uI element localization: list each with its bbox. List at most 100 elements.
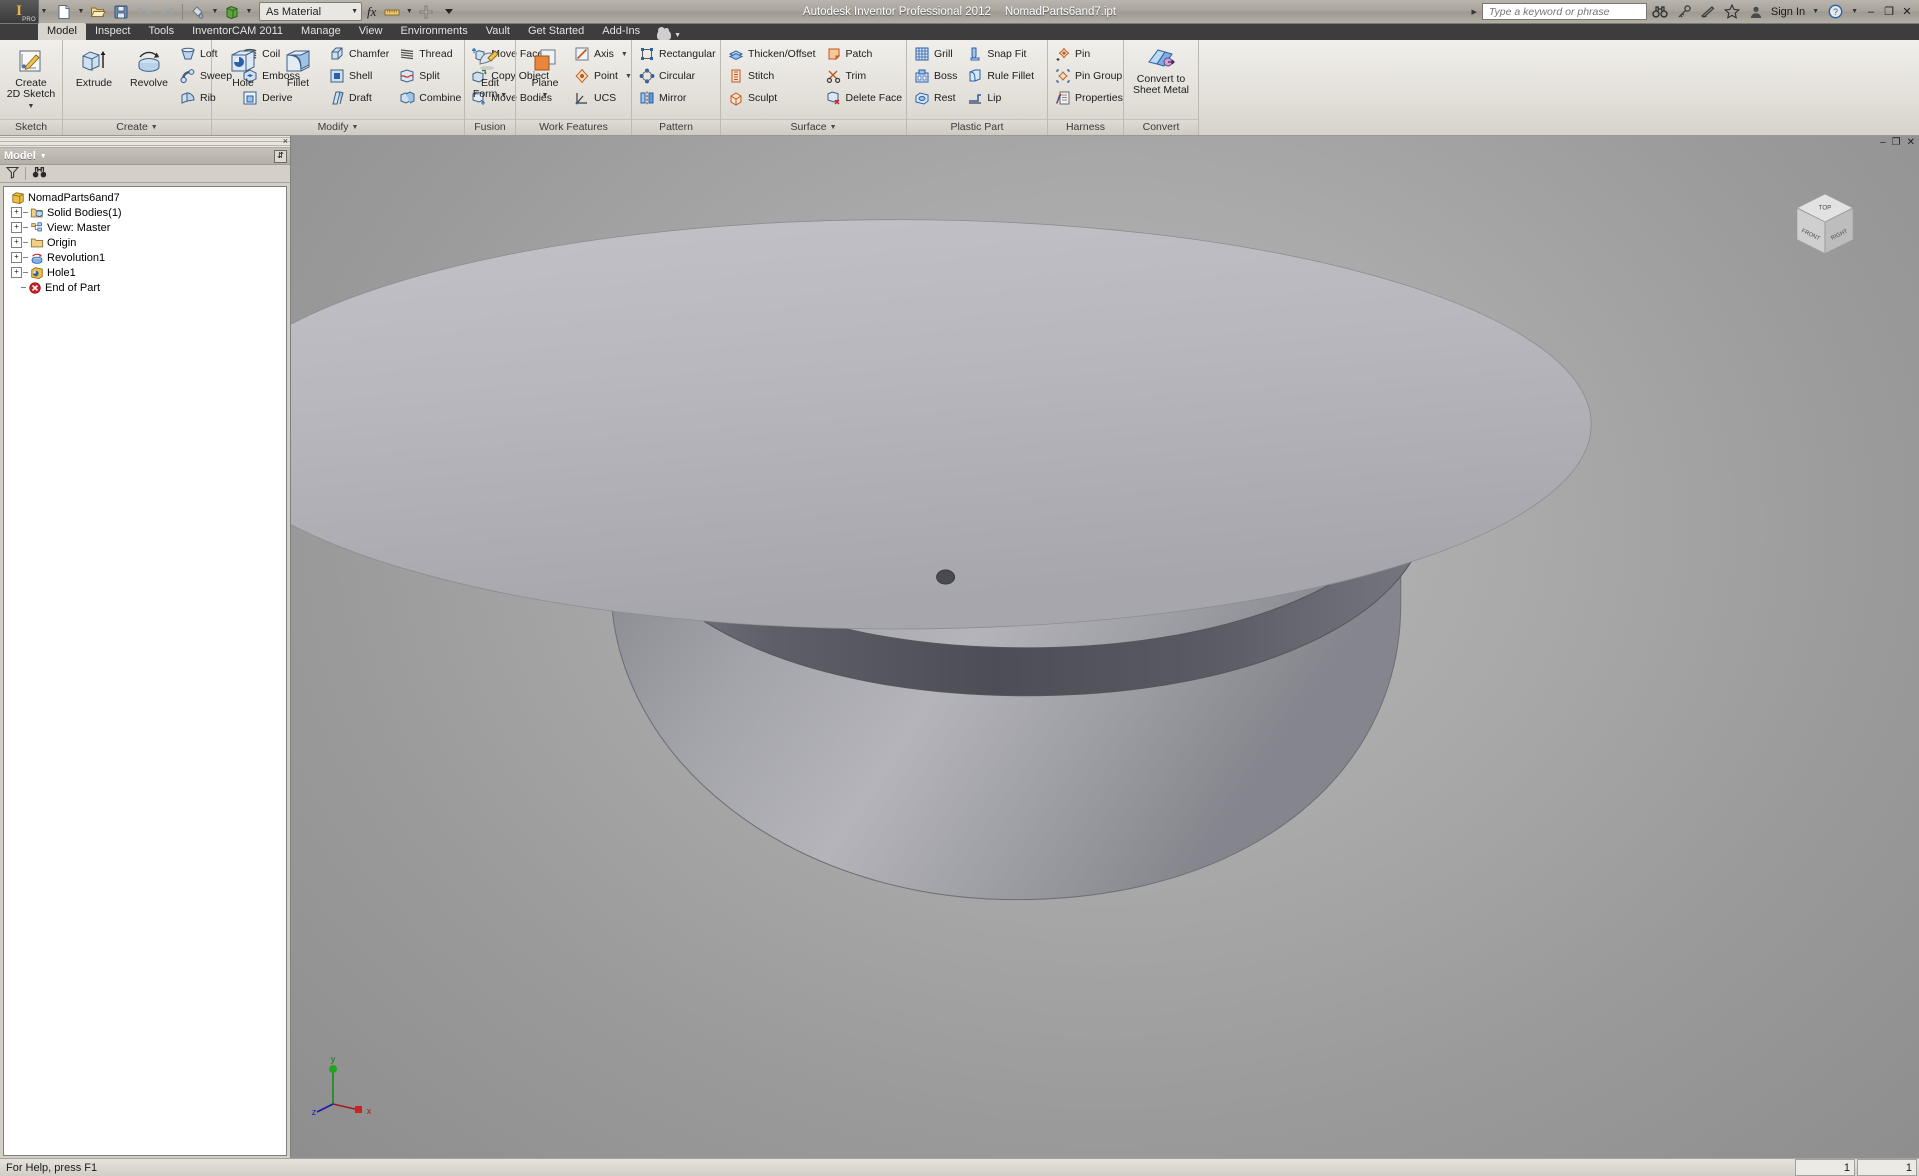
thicken-offset-button[interactable]: Thicken/Offset bbox=[725, 43, 822, 65]
expand-icon[interactable]: + bbox=[11, 252, 22, 263]
user-person-icon[interactable] bbox=[1745, 1, 1767, 23]
tab-autodesk-360[interactable]: ▼ bbox=[649, 27, 689, 40]
chamfer-button[interactable]: Chamfer bbox=[326, 43, 395, 65]
draft-button[interactable]: Draft bbox=[326, 87, 395, 109]
delete-face-button[interactable]: Delete Face bbox=[823, 87, 909, 109]
chevron-down-icon[interactable]: ▼ bbox=[151, 120, 158, 135]
hole-button[interactable]: Hole bbox=[216, 43, 270, 92]
stitch-button[interactable]: Stitch bbox=[725, 65, 822, 87]
chevron-down-icon[interactable]: ▼ bbox=[830, 120, 837, 135]
expand-icon[interactable]: + bbox=[11, 267, 22, 278]
tab-inspect[interactable]: Inspect bbox=[86, 23, 139, 40]
restore-window-button[interactable]: ❐ bbox=[1881, 4, 1897, 20]
auto-hide-pin-icon[interactable]: ⇵ bbox=[274, 150, 287, 163]
rule-fillet-button[interactable]: Rule Fillet bbox=[964, 65, 1040, 87]
boss-button[interactable]: Boss bbox=[911, 65, 963, 87]
pin-group-button[interactable]: Pin Group bbox=[1052, 65, 1129, 87]
tab-model[interactable]: Model bbox=[38, 23, 86, 40]
browser-drag-grip[interactable]: × bbox=[0, 136, 290, 148]
axis-button[interactable]: Axis ▼ bbox=[571, 43, 638, 65]
favorites-star-icon[interactable] bbox=[1721, 1, 1743, 23]
help-chevron-icon[interactable]: ▼ bbox=[1848, 8, 1861, 15]
tree-node-root[interactable]: NomadParts6and7 bbox=[7, 190, 286, 205]
tree-node-revolution1[interactable]: + Revolution1 bbox=[7, 250, 286, 265]
appearance-button[interactable] bbox=[187, 1, 209, 23]
chevron-down-icon[interactable]: ▼ bbox=[621, 51, 628, 58]
customize-qat-button[interactable] bbox=[438, 1, 460, 23]
tab-get-started[interactable]: Get Started bbox=[519, 23, 593, 40]
grill-button[interactable]: Grill bbox=[911, 43, 963, 65]
model-geometry[interactable] bbox=[291, 136, 1919, 1158]
tab-inventorcam[interactable]: InventorCAM 2011 bbox=[183, 23, 292, 40]
create-2d-sketch-button[interactable]: Create 2D Sketch ▼ bbox=[0, 43, 63, 114]
split-button[interactable]: Split bbox=[396, 65, 467, 87]
chevron-down-icon[interactable]: ▼ bbox=[352, 120, 359, 135]
undo-button[interactable] bbox=[133, 1, 155, 23]
add-command-button[interactable] bbox=[415, 1, 437, 23]
patch-button[interactable]: Patch bbox=[823, 43, 909, 65]
parameters-button[interactable] bbox=[381, 1, 403, 23]
sign-in-chevron-icon[interactable]: ▼ bbox=[1809, 8, 1822, 15]
ucs-button[interactable]: UCS bbox=[571, 87, 638, 109]
communication-center-icon[interactable] bbox=[1697, 1, 1719, 23]
tab-manage[interactable]: Manage bbox=[292, 23, 350, 40]
tab-tools[interactable]: Tools bbox=[139, 23, 183, 40]
convert-to-sheet-metal-button[interactable]: Convert to Sheet Metal bbox=[1122, 43, 1200, 99]
browser-title-bar[interactable]: Model ▼ ⇵ bbox=[0, 148, 290, 165]
tree-node-end-of-part[interactable]: End of Part bbox=[7, 280, 286, 295]
sign-in-button[interactable]: Sign In bbox=[1769, 6, 1807, 18]
close-icon[interactable]: × bbox=[283, 136, 288, 146]
tree-node-view-master[interactable]: + View: Master bbox=[7, 220, 286, 235]
search-expand-chevron-icon[interactable]: ▶ bbox=[1468, 8, 1479, 16]
application-menu-button[interactable]: I PRO bbox=[0, 0, 39, 23]
doc-close-button[interactable]: ✕ bbox=[1907, 138, 1915, 148]
tab-environments[interactable]: Environments bbox=[391, 23, 476, 40]
tree-node-solid-bodies[interactable]: + Solid Bodies(1) bbox=[7, 205, 286, 220]
trim-button[interactable]: Trim bbox=[823, 65, 909, 87]
edit-form-button[interactable]: Edit Form ▼ bbox=[464, 43, 516, 103]
new-file-button[interactable] bbox=[53, 1, 75, 23]
snap-fit-button[interactable]: Snap Fit bbox=[964, 43, 1040, 65]
rectangular-pattern-button[interactable]: Rectangular bbox=[636, 43, 722, 65]
chevron-down-icon[interactable]: ▼ bbox=[625, 73, 632, 80]
extrude-button[interactable]: Extrude bbox=[67, 43, 121, 92]
search-input-wrapper[interactable] bbox=[1481, 3, 1647, 20]
tab-add-ins[interactable]: Add-Ins bbox=[593, 23, 649, 40]
combine-button[interactable]: Combine bbox=[396, 87, 467, 109]
rest-button[interactable]: Rest bbox=[911, 87, 963, 109]
sculpt-button[interactable]: Sculpt bbox=[725, 87, 822, 109]
thread-button[interactable]: Thread bbox=[396, 43, 467, 65]
shell-button[interactable]: Shell bbox=[326, 65, 395, 87]
tab-vault[interactable]: Vault bbox=[477, 23, 519, 40]
find-binoculars-icon[interactable] bbox=[32, 166, 47, 182]
model-tree-container[interactable]: NomadParts6and7 + Solid Bodies(1) + View… bbox=[3, 186, 287, 1156]
doc-restore-button[interactable]: ❐ bbox=[1892, 138, 1901, 148]
point-button[interactable]: Point ▼ bbox=[571, 65, 638, 87]
chevron-down-icon[interactable]: ▼ bbox=[40, 153, 47, 160]
plane-button[interactable]: Plane ▼ bbox=[520, 43, 570, 103]
close-window-button[interactable]: ✕ bbox=[1899, 4, 1915, 20]
pin-button[interactable]: Pin bbox=[1052, 43, 1129, 65]
filter-icon[interactable] bbox=[5, 166, 20, 182]
redo-button[interactable] bbox=[156, 1, 178, 23]
appearance-chevron-icon[interactable]: ▼ bbox=[210, 8, 220, 15]
tab-view[interactable]: View bbox=[350, 23, 392, 40]
revolve-button[interactable]: Revolve bbox=[122, 43, 176, 92]
material-button[interactable] bbox=[221, 1, 243, 23]
open-file-button[interactable] bbox=[87, 1, 109, 23]
expand-icon[interactable]: + bbox=[11, 207, 22, 218]
search-input[interactable] bbox=[1486, 4, 1642, 19]
properties-button[interactable]: Properties bbox=[1052, 87, 1129, 109]
subscription-key-icon[interactable] bbox=[1673, 1, 1695, 23]
expand-icon[interactable]: + bbox=[11, 237, 22, 248]
fillet-button[interactable]: Fillet bbox=[271, 43, 325, 92]
parameters-chevron-icon[interactable]: ▼ bbox=[404, 8, 414, 15]
lip-button[interactable]: Lip bbox=[964, 87, 1040, 109]
tree-node-hole1[interactable]: + Hole1 bbox=[7, 265, 286, 280]
help-button[interactable]: ? bbox=[1824, 1, 1846, 23]
new-file-chevron-icon[interactable]: ▼ bbox=[76, 8, 86, 15]
material-select[interactable]: As Material ▼ bbox=[259, 2, 362, 21]
doc-minimize-button[interactable]: – bbox=[1880, 138, 1886, 148]
expand-icon[interactable]: + bbox=[11, 222, 22, 233]
graphics-viewport[interactable]: – ❐ ✕ TOP FRONT RIGHT y x z bbox=[291, 136, 1919, 1158]
